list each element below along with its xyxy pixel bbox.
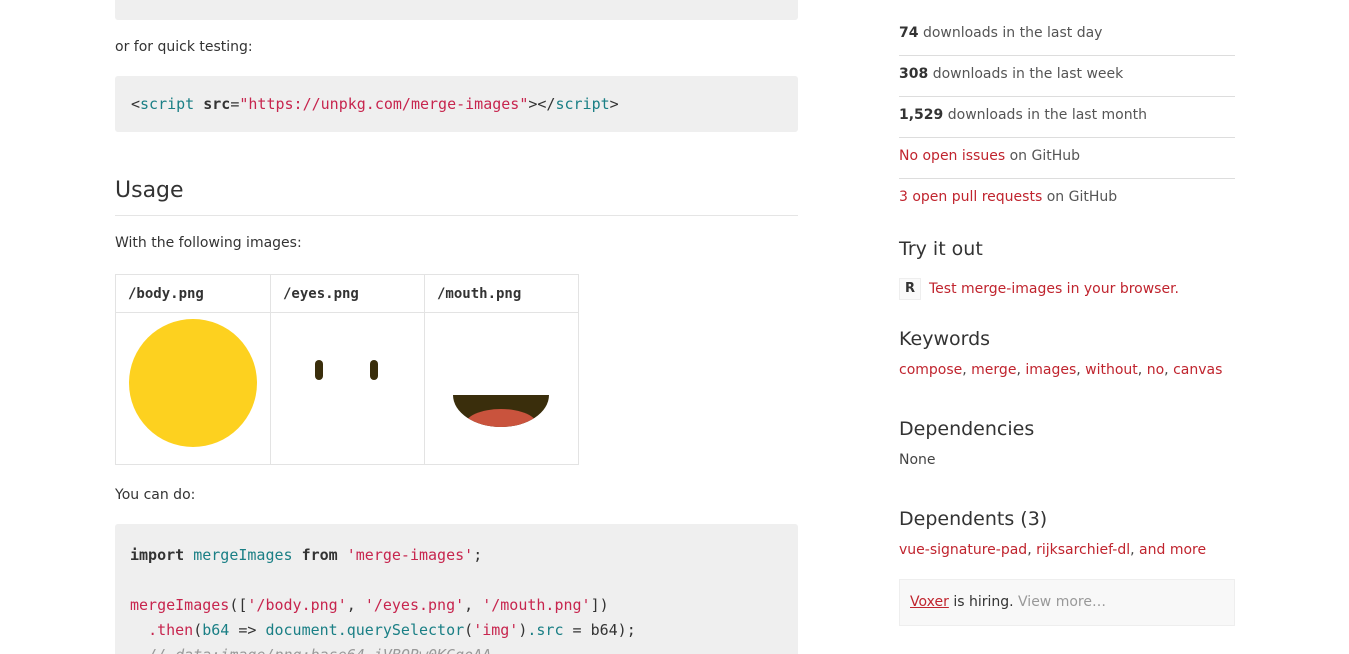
stat-text: downloads in the last day xyxy=(922,25,1103,41)
stat-issues: No open issues on GitHub xyxy=(899,138,1235,179)
code-token: > xyxy=(609,95,619,113)
code-token: < xyxy=(131,95,141,113)
code-token: ></ xyxy=(528,95,556,113)
try-it-out-link[interactable]: Test merge-images in your browser. xyxy=(929,281,1179,297)
eyes-image xyxy=(315,360,378,380)
quick-testing-label: or for quick testing: xyxy=(115,39,253,55)
runkit-icon[interactable]: R xyxy=(899,278,921,300)
keyword-link[interactable]: without xyxy=(1085,362,1138,378)
divider xyxy=(115,215,798,216)
stat-text: on GitHub xyxy=(1009,148,1080,164)
code-token: script xyxy=(555,95,610,113)
table-header-eyes: /eyes.png xyxy=(270,274,425,313)
usage-code-block: import mergeImages from 'merge-images'; … xyxy=(115,524,798,654)
stat-text: on GitHub xyxy=(1046,189,1118,205)
issues-link[interactable]: No open issues xyxy=(899,148,1005,164)
keyword-link[interactable]: images xyxy=(1025,362,1076,378)
hiring-banner: Voxer is hiring. View more… xyxy=(899,579,1235,626)
dependents-heading[interactable]: Dependents (3) xyxy=(899,508,1047,530)
code-block-top xyxy=(115,0,798,20)
code-token: .querySelector xyxy=(337,621,465,639)
code-token: '/mouth.png' xyxy=(482,596,591,614)
stat-text: downloads in the last month xyxy=(947,107,1147,123)
code-token: => xyxy=(238,621,257,639)
code-token: document xyxy=(265,621,338,639)
stat-downloads-week: 308 downloads in the last week xyxy=(899,56,1235,97)
code-token: mergeImages xyxy=(130,596,230,614)
code-token: 'merge-images' xyxy=(346,546,474,564)
keywords-list: compose, merge, images, without, no, can… xyxy=(899,362,1223,378)
dependent-link[interactable]: vue-signature-pad xyxy=(899,542,1027,558)
code-token: script xyxy=(140,95,195,113)
code-token: // data:image/png;base64,iVBORw0KGgoAA..… xyxy=(148,646,518,654)
dependencies-value: None xyxy=(899,452,936,468)
code-token: 'img' xyxy=(473,621,519,639)
stat-count: 308 xyxy=(899,66,929,82)
table-header-body: /body.png xyxy=(115,274,271,313)
code-token: "https://unpkg.com/merge-images" xyxy=(239,95,529,113)
hiring-company-link[interactable]: Voxer xyxy=(910,594,949,610)
body-image-cell xyxy=(115,312,271,465)
view-more-link[interactable]: View more… xyxy=(1018,594,1106,610)
script-tag-code-block: <script src="https://unpkg.com/merge-ima… xyxy=(115,76,798,132)
body-image xyxy=(129,319,257,447)
keyword-link[interactable]: no xyxy=(1147,362,1164,378)
code-token: src xyxy=(203,95,231,113)
mouth-image xyxy=(453,395,549,427)
eyes-image-cell xyxy=(270,312,425,465)
usage-heading: Usage xyxy=(115,178,184,203)
code-token: '/body.png' xyxy=(247,596,347,614)
keyword-link[interactable]: compose xyxy=(899,362,962,378)
keyword-link[interactable]: merge xyxy=(971,362,1016,378)
pulls-link[interactable]: 3 open pull requests xyxy=(899,189,1042,205)
code-token: ([ xyxy=(229,596,248,614)
keywords-heading: Keywords xyxy=(899,328,991,350)
stat-pulls: 3 open pull requests on GitHub xyxy=(899,179,1235,220)
stat-count: 74 xyxy=(899,25,919,41)
code-token: ]) xyxy=(590,596,609,614)
code-token: .src xyxy=(527,621,564,639)
try-it-out-row: R Test merge-images in your browser. xyxy=(899,278,1179,300)
stat-downloads-day: 74 downloads in the last day xyxy=(899,15,1235,56)
code-token: import xyxy=(130,546,185,564)
table-header-mouth: /mouth.png xyxy=(424,274,579,313)
try-it-out-heading: Try it out xyxy=(899,238,983,260)
stat-text: downloads in the last week xyxy=(932,66,1124,82)
following-images-label: With the following images: xyxy=(115,235,302,251)
code-token: b64 xyxy=(202,621,230,639)
images-table: /body.png /eyes.png /mouth.png xyxy=(115,274,579,465)
stat-count: 1,529 xyxy=(899,107,944,123)
keyword-link[interactable]: canvas xyxy=(1173,362,1222,378)
code-token: '/eyes.png' xyxy=(364,596,465,614)
dependents-more-link[interactable]: and more xyxy=(1139,542,1206,558)
dependents-list: vue-signature-pad, rijksarchief-dl, and … xyxy=(899,542,1207,558)
code-token: from xyxy=(301,546,338,564)
dependencies-heading: Dependencies xyxy=(899,418,1035,440)
mouth-image-cell xyxy=(424,312,579,465)
hiring-text: is hiring. xyxy=(953,594,1014,610)
code-token: ; xyxy=(473,546,483,564)
stat-downloads-month: 1,529 downloads in the last month xyxy=(899,97,1235,138)
you-can-do-label: You can do: xyxy=(115,487,196,503)
code-token: = b64); xyxy=(572,621,636,639)
code-token: mergeImages xyxy=(193,546,293,564)
dependent-link[interactable]: rijksarchief-dl xyxy=(1036,542,1130,558)
code-token: .then xyxy=(148,621,194,639)
